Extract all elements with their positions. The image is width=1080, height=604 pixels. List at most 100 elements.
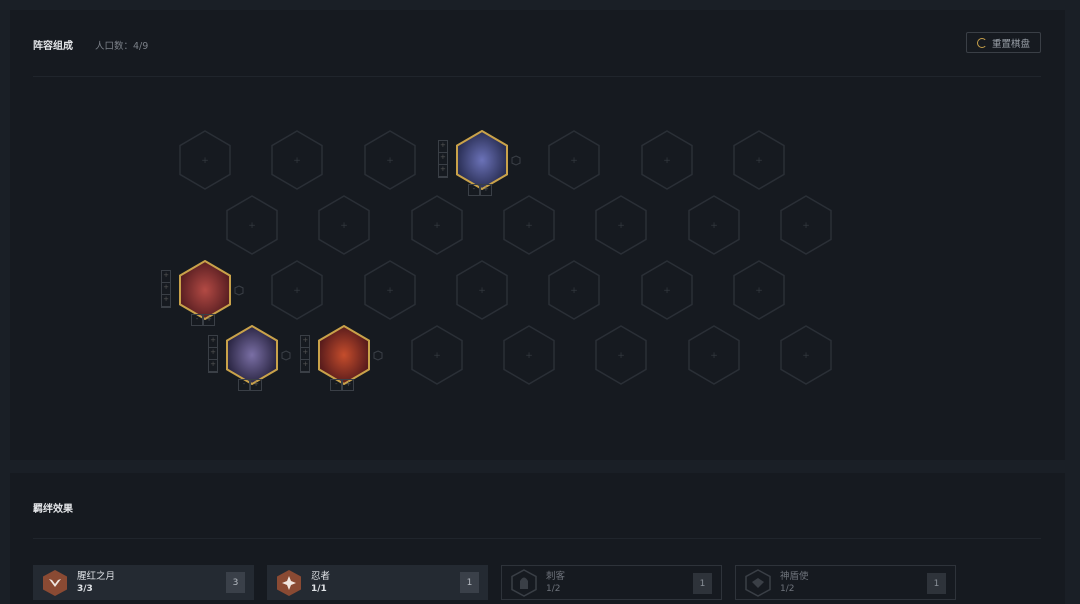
board-title: 阵容组成 — [33, 41, 73, 52]
empty-hex-slot[interactable]: + — [503, 325, 555, 385]
trait-ninja[interactable]: 忍者 1/1 1 — [267, 565, 488, 600]
traits-title: 羁绊效果 — [33, 504, 73, 515]
traits-panel: 羁绊效果 腥红之月 3/3 3 忍者 1/1 1 刺客 1/2 1 神盾使 1/… — [10, 473, 1065, 604]
trait-assassin[interactable]: 刺客 1/2 1 — [501, 565, 722, 600]
population-counter: 人口数：4/9 — [95, 41, 149, 52]
star-increase-button[interactable]: + — [342, 379, 355, 391]
shuriken-icon — [276, 569, 302, 597]
item-slot[interactable]: + — [438, 153, 447, 165]
plus-icon: + — [710, 351, 718, 361]
empty-hex-slot[interactable]: + — [548, 260, 600, 320]
empty-hex-slot[interactable]: + — [410, 325, 463, 385]
plus-icon: + — [294, 156, 302, 166]
reset-board-button[interactable]: 重置棋盘 — [966, 32, 1041, 53]
empty-hex-slot[interactable]: + — [687, 195, 740, 255]
empty-hex-slot[interactable]: + — [410, 195, 463, 255]
empty-hex-slot[interactable]: + — [548, 130, 600, 190]
champion-portrait — [455, 130, 508, 190]
traits-divider — [33, 538, 1041, 539]
empty-hex-slot[interactable]: + — [595, 195, 647, 255]
trait-count: 1/2 — [780, 583, 795, 594]
trait-level-badge: 1 — [460, 572, 479, 593]
trait-level-badge: 1 — [693, 573, 712, 594]
assassin-icon — [511, 568, 537, 597]
item-slot[interactable]: + — [438, 141, 447, 153]
plus-icon: + — [617, 221, 625, 231]
item-slot[interactable]: + — [209, 336, 217, 348]
item-slot[interactable]: + — [162, 283, 170, 295]
board-divider — [33, 76, 1041, 77]
plus-icon: + — [802, 351, 810, 361]
star-decrease-button[interactable]: - — [191, 314, 203, 326]
empty-hex-slot[interactable]: + — [640, 130, 693, 190]
star-level-controls[interactable]: - + — [330, 379, 355, 391]
plus-icon: + — [294, 286, 302, 296]
plus-icon: + — [663, 286, 671, 296]
plus-icon: + — [478, 286, 486, 296]
plus-icon: + — [710, 221, 718, 231]
item-slot[interactable]: + — [438, 165, 447, 177]
moon-emblem-icon — [42, 569, 68, 597]
champion-unit[interactable] — [455, 130, 508, 190]
trait-count: 3/3 — [77, 583, 93, 594]
mini-hex-icon — [281, 350, 291, 361]
item-slot[interactable]: + — [301, 348, 310, 360]
empty-hex-slot[interactable]: + — [640, 260, 693, 320]
empty-hex-slot[interactable]: + — [687, 325, 740, 385]
reset-board-label: 重置棋盘 — [991, 38, 1030, 50]
item-slot[interactable]: + — [301, 336, 310, 348]
star-level-controls[interactable]: - + — [467, 184, 492, 196]
empty-hex-slot[interactable]: + — [363, 130, 416, 190]
star-decrease-button[interactable]: - — [238, 379, 250, 391]
empty-hex-slot[interactable]: + — [318, 195, 371, 255]
empty-hex-slot[interactable]: + — [780, 195, 832, 255]
empty-hex-slot[interactable]: + — [456, 260, 508, 320]
item-slot[interactable]: + — [209, 348, 217, 360]
refresh-icon — [976, 37, 987, 48]
champion-unit[interactable] — [179, 260, 231, 320]
item-slot[interactable]: + — [162, 271, 170, 283]
plus-icon: + — [433, 351, 441, 361]
champion-unit[interactable] — [318, 325, 371, 385]
star-increase-button[interactable]: + — [250, 379, 262, 391]
empty-hex-slot[interactable]: + — [271, 260, 324, 320]
trait-name: 刺客 — [546, 570, 566, 582]
empty-hex-slot[interactable]: + — [733, 260, 785, 320]
star-increase-button[interactable]: + — [203, 314, 215, 326]
mini-hex-icon — [373, 350, 383, 361]
champion-portrait — [318, 325, 371, 385]
empty-hex-slot[interactable]: + — [226, 195, 278, 255]
item-slot[interactable]: + — [162, 295, 170, 307]
item-slot[interactable]: + — [209, 360, 217, 372]
item-slot[interactable]: + — [301, 360, 310, 372]
plus-icon: + — [525, 351, 533, 361]
plus-icon: + — [802, 221, 810, 231]
item-slots[interactable]: + + + — [161, 270, 171, 308]
trait-count: 1/2 — [546, 583, 561, 594]
empty-hex-slot[interactable]: + — [271, 130, 324, 190]
plus-icon: + — [201, 156, 209, 166]
star-decrease-button[interactable]: - — [330, 379, 343, 391]
star-increase-button[interactable]: + — [479, 184, 492, 196]
plus-icon: + — [525, 221, 533, 231]
trait-aegis[interactable]: 神盾使 1/2 1 — [735, 565, 956, 600]
star-decrease-button[interactable]: - — [467, 184, 480, 196]
mini-hex-icon — [234, 285, 244, 296]
empty-hex-slot[interactable]: + — [733, 130, 785, 190]
plus-icon: + — [663, 156, 671, 166]
empty-hex-slot[interactable]: + — [503, 195, 555, 255]
item-slots[interactable]: + + + — [300, 335, 311, 373]
champion-unit[interactable] — [226, 325, 278, 385]
trait-crimson-moon[interactable]: 腥红之月 3/3 3 — [33, 565, 254, 600]
item-slots[interactable]: + + + — [437, 140, 448, 178]
empty-hex-slot[interactable]: + — [363, 260, 416, 320]
empty-hex-slot[interactable]: + — [780, 325, 832, 385]
item-slots[interactable]: + + + — [208, 335, 218, 373]
board-panel: 阵容组成 人口数：4/9 重置棋盘 + + + + + + - + + + + + + + + + + + + + + -… — [10, 10, 1065, 460]
empty-hex-slot[interactable]: + — [595, 325, 647, 385]
star-level-controls[interactable]: - + — [238, 379, 262, 391]
plus-icon: + — [570, 286, 578, 296]
star-level-controls[interactable]: - + — [191, 314, 215, 326]
empty-hex-slot[interactable]: + — [179, 130, 231, 190]
trait-level-badge: 1 — [927, 573, 946, 594]
